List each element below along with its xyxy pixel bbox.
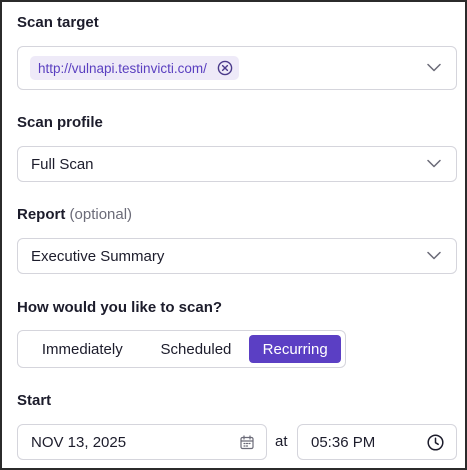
start-date-input[interactable]: NOV 13, 2025 [17, 424, 267, 460]
report-value: Executive Summary [31, 247, 165, 265]
scan-target-chip-text: http://vulnapi.testinvicti.com/ [38, 60, 207, 76]
close-circle-icon[interactable] [217, 60, 233, 76]
scan-mode-scheduled[interactable]: Scheduled [143, 335, 250, 363]
clock-icon[interactable] [427, 434, 444, 451]
scan-mode-label: How would you like to scan? [17, 299, 223, 316]
scan-profile-value: Full Scan [31, 155, 94, 173]
scan-mode-segmented-control: Immediately Scheduled Recurring [17, 330, 346, 368]
chevron-down-icon[interactable] [427, 159, 441, 168]
calendar-icon[interactable] [240, 435, 254, 450]
chevron-down-icon[interactable] [427, 251, 441, 260]
report-label-text: Report [17, 206, 66, 223]
scan-mode-immediately[interactable]: Immediately [22, 335, 143, 363]
start-label: Start [17, 392, 52, 409]
scan-target-select[interactable]: http://vulnapi.testinvicti.com/ [17, 46, 457, 90]
report-optional-text: (optional) [69, 206, 133, 223]
scan-target-chip: http://vulnapi.testinvicti.com/ [30, 56, 239, 80]
start-at-text: at [275, 433, 288, 450]
start-date-value: NOV 13, 2025 [31, 433, 127, 451]
scan-settings-panel: Scan target http://vulnapi.testinvicti.c… [0, 0, 467, 470]
report-label: Report (optional) [17, 206, 132, 223]
report-select[interactable]: Executive Summary [17, 238, 457, 274]
scan-profile-select[interactable]: Full Scan [17, 146, 457, 182]
scan-mode-recurring[interactable]: Recurring [249, 335, 342, 363]
chevron-down-icon[interactable] [427, 63, 441, 72]
scan-profile-label: Scan profile [17, 114, 103, 131]
scan-target-label: Scan target [17, 14, 99, 31]
start-time-value: 05:36 PM [311, 433, 376, 451]
start-time-input[interactable]: 05:36 PM [297, 424, 457, 460]
